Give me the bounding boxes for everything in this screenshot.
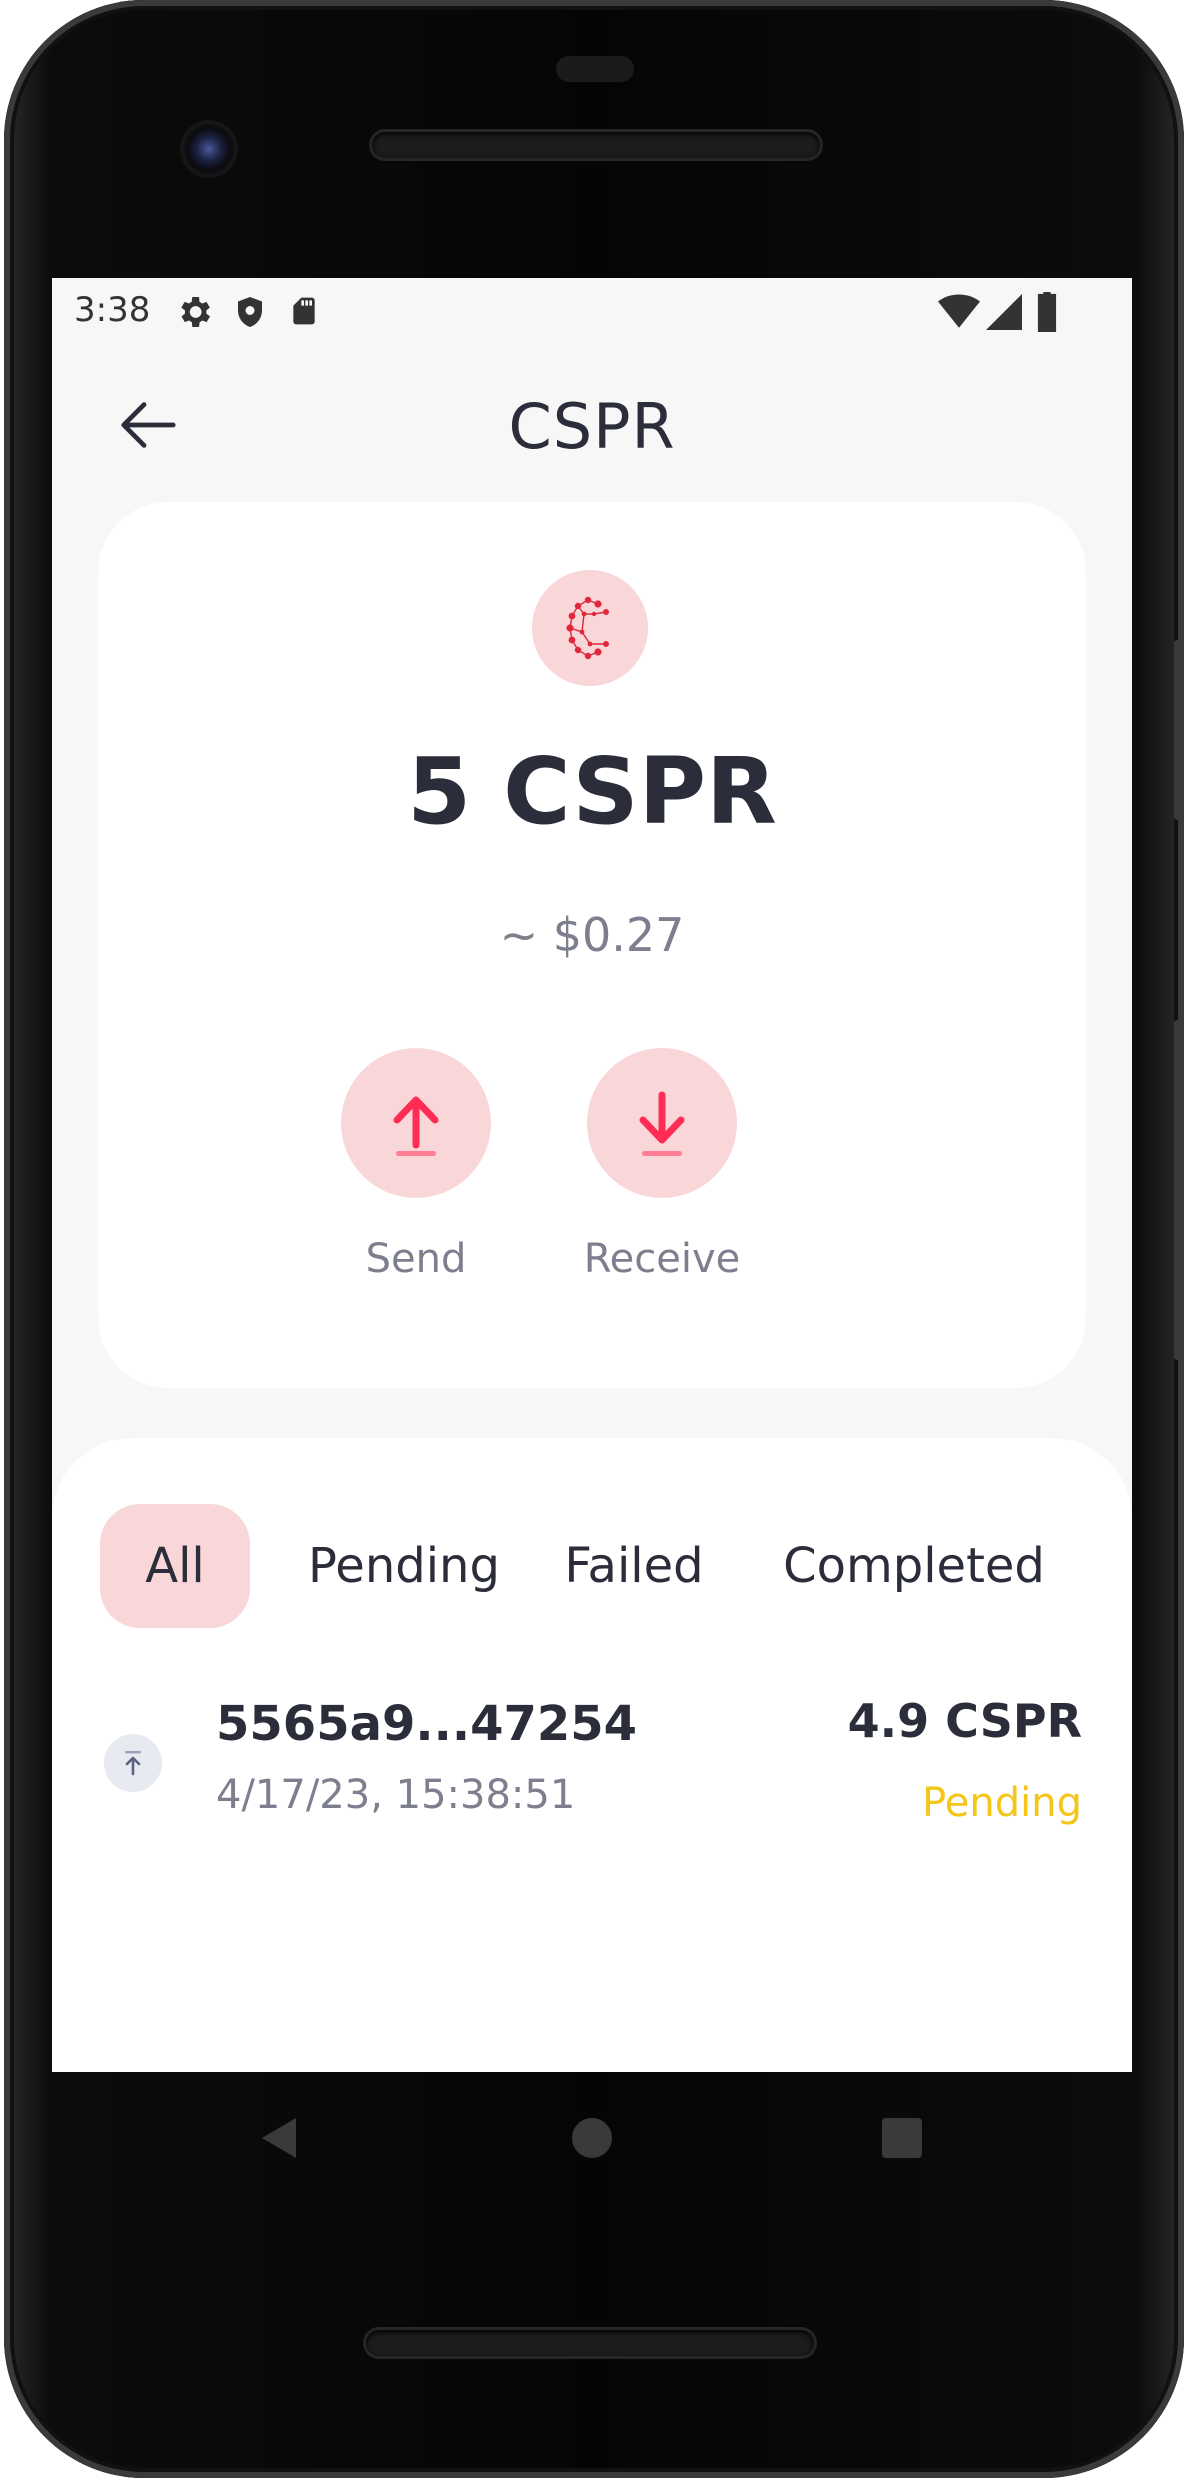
transaction-hash: 5565a9...47254 (216, 1696, 638, 1752)
send-circle[interactable] (341, 1048, 491, 1198)
app-header: CSPR (52, 346, 1132, 496)
receive-button[interactable]: Receive (562, 1048, 762, 1282)
transaction-status: Pending (922, 1780, 1082, 1826)
volume-button (1174, 640, 1184, 820)
recents-square-icon[interactable] (880, 2116, 924, 2160)
arrow-up-icon (393, 1096, 439, 1156)
transaction-filter-tabs: All Pending Failed Completed (52, 1504, 1132, 1628)
casper-logo-icon (532, 570, 648, 686)
wifi-icon (938, 294, 980, 328)
app-screen: 3:38 CSPR 5 CSPR ~ $0.27 Send Receive Al… (52, 278, 1132, 2072)
top-speaker (372, 132, 820, 158)
battery-icon (1037, 292, 1057, 332)
fiat-value: ~ $0.27 (499, 908, 685, 962)
back-triangle-icon[interactable] (256, 2114, 302, 2162)
receive-label: Receive (583, 1236, 741, 1282)
transaction-datetime: 4/17/23, 15:38:51 (216, 1772, 576, 1818)
receive-circle[interactable] (587, 1048, 737, 1198)
sd-card-icon (293, 297, 315, 325)
token-balance: 5 CSPR (407, 738, 777, 845)
arrow-down-icon (639, 1091, 685, 1156)
signal-icon (986, 294, 1022, 330)
settings-icon (181, 297, 210, 327)
status-time: 3:38 (74, 290, 151, 330)
home-circle-icon[interactable] (570, 2116, 614, 2160)
tab-all[interactable]: All (100, 1504, 250, 1628)
tab-failed[interactable]: Failed (552, 1504, 716, 1628)
transactions-panel: All Pending Failed Completed 5565a9...47… (52, 1438, 1132, 2072)
shield-icon (238, 297, 262, 327)
tab-pending[interactable]: Pending (280, 1504, 528, 1628)
balance-card: 5 CSPR ~ $0.27 Send Receive (98, 502, 1086, 1388)
bottom-speaker (366, 2330, 814, 2356)
outgoing-arrow-icon (104, 1734, 162, 1792)
send-label: Send (365, 1236, 467, 1282)
device-frame: 3:38 CSPR 5 CSPR ~ $0.27 Send Receive Al… (0, 0, 1194, 2480)
system-nav-bar (52, 2072, 1132, 2204)
tab-completed[interactable]: Completed (748, 1504, 1080, 1628)
front-sensor (556, 56, 634, 82)
power-button (1174, 1020, 1184, 1360)
transaction-amount: 4.9 CSPR (847, 1694, 1082, 1748)
front-camera (184, 124, 234, 174)
send-button[interactable]: Send (316, 1048, 516, 1282)
transaction-row[interactable]: 5565a9...47254 4/17/23, 15:38:51 4.9 CSP… (52, 1676, 1132, 1836)
page-title: CSPR (508, 390, 676, 463)
status-bar: 3:38 (52, 278, 1132, 346)
